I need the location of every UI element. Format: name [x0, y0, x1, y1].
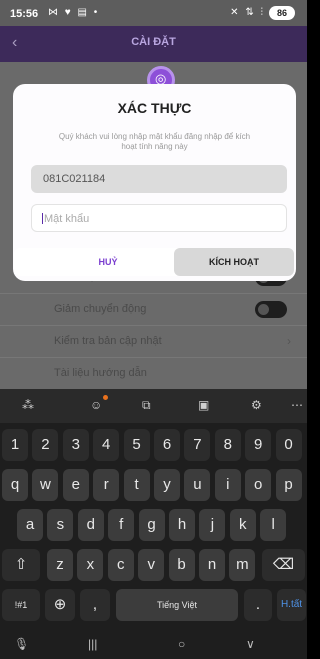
- notification-icons: ⋈ ♥ ▤ •: [48, 7, 100, 18]
- sticker-icon[interactable]: ▣: [198, 398, 209, 412]
- key-q[interactable]: q: [2, 469, 28, 501]
- app-header: ‹ CÀI ĐẶT: [0, 26, 307, 62]
- dialog-description: Quý khách vui lòng nhập mật khẩu đăng nh…: [58, 132, 251, 151]
- key-4[interactable]: 4: [93, 429, 120, 461]
- key-f[interactable]: f: [108, 509, 135, 541]
- keyboard-toolbar: ⁂ ☺ ⧉ ▣ ⚙ ⋯: [0, 389, 307, 423]
- period-key[interactable]: .: [244, 589, 272, 621]
- key-l[interactable]: l: [260, 509, 287, 541]
- key-9[interactable]: 9: [245, 429, 272, 461]
- key-r[interactable]: r: [93, 469, 120, 501]
- key-x[interactable]: x: [77, 549, 104, 581]
- dialog-title: XÁC THỰC: [117, 100, 192, 116]
- key-c[interactable]: c: [107, 549, 134, 581]
- backspace-key[interactable]: ⌫: [262, 549, 305, 581]
- key-8[interactable]: 8: [214, 429, 241, 461]
- system-nav-bar: 🎙 ||| ○ ∨: [0, 631, 307, 659]
- status-time: 15:56: [10, 8, 39, 20]
- key-6[interactable]: 6: [154, 429, 180, 461]
- key-v[interactable]: v: [138, 549, 165, 581]
- key-y[interactable]: y: [154, 469, 180, 501]
- page-title: CÀI ĐẶT: [131, 36, 176, 48]
- key-u[interactable]: u: [184, 469, 211, 501]
- key-e[interactable]: e: [62, 469, 89, 501]
- clipboard-icon[interactable]: ⧉: [142, 398, 151, 413]
- key-o[interactable]: o: [245, 469, 272, 501]
- globe-key[interactable]: ⊕: [45, 589, 75, 621]
- setting-row-guide[interactable]: Tài liệu hướng dẫn: [0, 358, 307, 390]
- battery-icon: 86: [269, 6, 295, 20]
- key-w[interactable]: w: [32, 469, 59, 501]
- key-g[interactable]: g: [138, 509, 165, 541]
- key-j[interactable]: j: [199, 509, 226, 541]
- notification-dot: [103, 395, 108, 400]
- key-n[interactable]: n: [199, 549, 225, 581]
- key-a[interactable]: a: [17, 509, 43, 541]
- space-key[interactable]: Tiếng Việt: [116, 589, 238, 621]
- comma-key[interactable]: ,: [80, 589, 110, 621]
- key-s[interactable]: s: [47, 509, 74, 541]
- enter-key[interactable]: H.tất: [277, 589, 306, 621]
- key-5[interactable]: 5: [123, 429, 150, 461]
- back-icon[interactable]: ∨: [246, 637, 255, 651]
- key-z[interactable]: z: [47, 549, 73, 581]
- auth-dialog: XÁC THỰC Quý khách vui lòng nhập mật khẩ…: [13, 84, 296, 281]
- password-placeholder: Mật khẩu: [44, 213, 90, 225]
- key-h[interactable]: h: [169, 509, 195, 541]
- mic-icon[interactable]: 🎙: [14, 637, 29, 651]
- settings-gear-icon[interactable]: ⚙: [251, 398, 262, 412]
- setting-row-reduce-motion[interactable]: Giảm chuyển động: [0, 294, 307, 326]
- password-field[interactable]: Mật khẩu: [31, 204, 287, 232]
- recents-icon[interactable]: |||: [88, 637, 97, 651]
- setting-label: Kiểm tra bản cập nhật: [54, 335, 162, 347]
- on-screen-keyboard: ⁂ ☺ ⧉ ▣ ⚙ ⋯ 1234567890 qwertyuiop asdfghjk…: [0, 389, 307, 659]
- key-b[interactable]: b: [168, 549, 195, 581]
- reduce-motion-toggle[interactable]: [255, 301, 287, 318]
- sparkle-icon[interactable]: ⁂: [22, 398, 34, 412]
- signal-icons: ✕ ⇅ ⫶: [230, 7, 265, 18]
- setting-label: Tài liệu hướng dẫn: [54, 367, 147, 379]
- chevron-right-icon: ›: [287, 334, 291, 348]
- phone-field: 081C021184: [31, 165, 287, 193]
- key-1[interactable]: 1: [2, 429, 28, 461]
- key-k[interactable]: k: [229, 509, 256, 541]
- text-caret: [42, 213, 43, 224]
- home-icon[interactable]: ○: [178, 637, 185, 651]
- more-icon[interactable]: ⋯: [291, 398, 303, 412]
- key-2[interactable]: 2: [32, 429, 59, 461]
- key-7[interactable]: 7: [184, 429, 211, 461]
- key-m[interactable]: m: [229, 549, 256, 581]
- emoji-icon[interactable]: ☺: [90, 398, 102, 412]
- key-3[interactable]: 3: [62, 429, 89, 461]
- symbols-key[interactable]: !#1: [2, 589, 40, 621]
- status-bar: 15:56 ⋈ ♥ ▤ • ✕ ⇅ ⫶ 86: [0, 0, 307, 26]
- key-p[interactable]: p: [275, 469, 302, 501]
- shift-key[interactable]: ⇧: [2, 549, 40, 581]
- key-d[interactable]: d: [77, 509, 104, 541]
- key-0[interactable]: 0: [275, 429, 302, 461]
- key-t[interactable]: t: [123, 469, 150, 501]
- setting-label: Giảm chuyển động: [54, 303, 147, 315]
- key-i[interactable]: i: [214, 469, 241, 501]
- setting-row-check-update[interactable]: Kiểm tra bản cập nhật ›: [0, 326, 307, 358]
- activate-button[interactable]: KÍCH HOẠT: [174, 248, 294, 276]
